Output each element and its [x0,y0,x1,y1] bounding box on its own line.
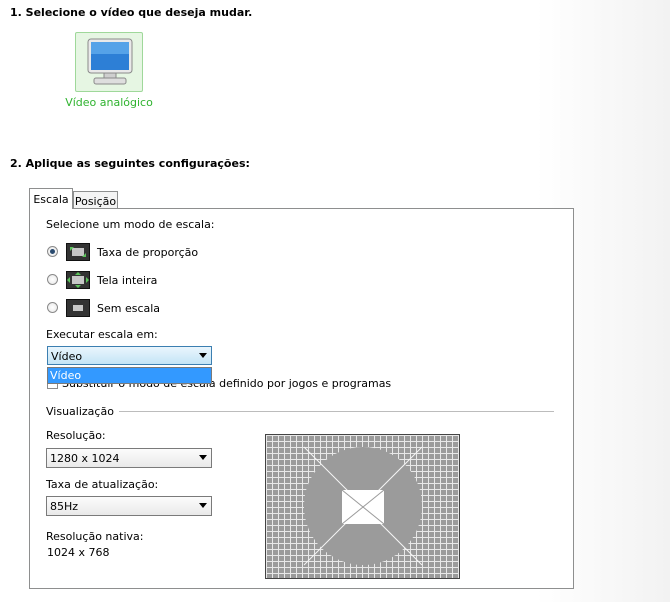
perform-scaling-dropdown: Vídeo [47,367,212,384]
aspect-ratio-label[interactable]: Taxa de proporção [97,246,198,259]
scaling-preview [265,434,460,579]
resolution-value: 1280 x 1024 [50,452,120,465]
refresh-rate-value: 85Hz [50,500,79,513]
radio-no-scaling[interactable] [47,302,58,313]
resolution-select[interactable]: 1280 x 1024 [46,448,212,468]
native-resolution-value: 1024 x 768 [47,546,110,559]
refresh-rate-label: Taxa de atualização: [46,478,159,491]
no-scaling-label[interactable]: Sem escala [97,302,160,315]
radio-aspect-ratio[interactable] [47,246,58,257]
native-resolution-label: Resolução nativa: [46,530,144,543]
full-screen-label[interactable]: Tela inteira [97,274,157,287]
chevron-down-icon [199,503,207,508]
perform-scaling-value: Vídeo [51,350,83,363]
resolution-label: Resolução: [46,429,106,442]
analog-video-label[interactable]: Vídeo analógico [60,96,158,109]
test-pattern [303,446,423,566]
tab-scaling[interactable]: Escala [29,188,73,209]
step2-title: 2. Aplique as seguintes configurações: [10,157,250,170]
no-scaling-icon [66,299,90,317]
monitor-icon [87,38,133,85]
chevron-down-icon [199,353,207,358]
tab-position[interactable]: Posição [73,191,118,208]
visualization-title: Visualização [46,405,114,418]
full-screen-icon [66,271,90,289]
visualization-divider [119,411,554,412]
step1-title: 1. Selecione o vídeo que deseja mudar. [10,6,253,19]
aspect-ratio-icon [66,243,90,261]
chevron-down-icon [199,455,207,460]
dropdown-option-video[interactable]: Vídeo [48,368,211,383]
refresh-rate-select[interactable]: 85Hz [46,496,212,516]
scaling-mode-heading: Selecione um modo de escala: [46,218,215,231]
radio-full-screen[interactable] [47,274,58,285]
perform-scaling-label: Executar escala em: [46,328,158,341]
perform-scaling-select[interactable]: Vídeo [47,346,212,365]
analog-video-card[interactable] [75,32,143,92]
